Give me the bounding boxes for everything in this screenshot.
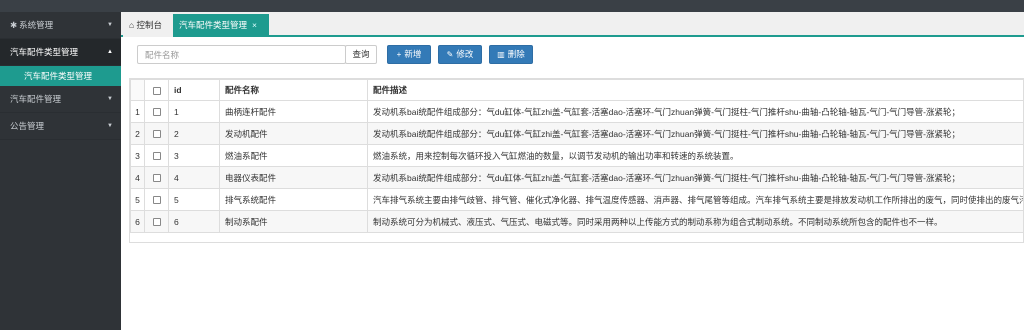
sidebar-item-label: 汽车配件管理 xyxy=(10,94,62,104)
rownum-header xyxy=(130,79,145,101)
query-button[interactable]: 查询 xyxy=(345,45,377,64)
column-header-desc[interactable]: 配件描述 xyxy=(367,79,1023,101)
cell-id: 6 xyxy=(168,210,220,233)
cell-desc: 燃油系统，用来控制每次循环投入气缸燃油的数量，以调节发动机的输出功率和转速的系统… xyxy=(367,144,1023,167)
table-header-row: id 配件名称 配件描述 xyxy=(130,79,1023,101)
data-table: id 配件名称 配件描述 1 1 曲柄连杆配件 发动机系bai统配件组成部分：气du缸… xyxy=(130,79,1023,233)
tab-label: 控制台 xyxy=(136,20,163,30)
chevron-down-icon: ▼ xyxy=(107,123,113,129)
cell-id: 1 xyxy=(168,100,220,123)
select-all-checkbox[interactable] xyxy=(144,79,169,101)
search-input[interactable] xyxy=(137,45,346,64)
cell-name: 燃油系配件 xyxy=(219,144,368,167)
tab-bar: ⌂ 控制台 汽车配件类型管理 × xyxy=(121,12,1024,37)
row-number: 2 xyxy=(130,122,145,145)
plus-icon: + xyxy=(396,50,402,59)
close-icon[interactable]: × xyxy=(252,20,257,30)
row-number: 3 xyxy=(130,144,145,167)
table-row[interactable]: 4 4 电器仪表配件 发动机系bai统配件组成部分：气du缸体-气缸zhi盖-气缸套-… xyxy=(130,166,1023,189)
gear-icon: ✱ xyxy=(10,20,18,30)
sidebar-item-part-type[interactable]: 汽车配件类型管理 ▲ xyxy=(0,39,121,66)
row-number: 4 xyxy=(130,166,145,189)
row-checkbox[interactable] xyxy=(144,122,169,145)
add-button-label: 新增 xyxy=(404,49,422,59)
table-row[interactable]: 2 2 发动机配件 发动机系bai统配件组成部分：气du缸体-气缸zhi盖-气缸套-活… xyxy=(130,122,1023,145)
cell-name: 排气系统配件 xyxy=(219,188,368,211)
row-checkbox[interactable] xyxy=(144,210,169,233)
cell-desc: 汽车排气系统主要由排气歧管、排气管、催化式净化器、排气温度传感器、消声器、排气尾… xyxy=(367,188,1023,211)
sidebar-subitem-label: 汽车配件类型管理 xyxy=(24,71,93,81)
delete-button-label: 删除 xyxy=(507,49,525,59)
cell-id: 3 xyxy=(168,144,220,167)
trash-icon: ▥ xyxy=(497,50,505,59)
home-icon: ⌂ xyxy=(129,20,135,30)
tab-part-type[interactable]: 汽车配件类型管理 × xyxy=(173,14,269,37)
row-checkbox[interactable] xyxy=(144,166,169,189)
table-row[interactable]: 3 3 燃油系配件 燃油系统，用来控制每次循环投入气缸燃油的数量，以调节发动机的输出功… xyxy=(130,144,1023,167)
row-number: 6 xyxy=(130,210,145,233)
cell-desc: 制动系统可分为机械式、液压式、气压式、电磁式等。同时采用两种以上传能方式的制动系… xyxy=(367,210,1023,233)
cell-name: 电器仪表配件 xyxy=(219,166,368,189)
add-button[interactable]: + 新增 xyxy=(387,45,431,64)
sidebar-item-parts[interactable]: 汽车配件管理 ▼ xyxy=(0,86,121,113)
data-grid: id 配件名称 配件描述 1 1 曲柄连杆配件 发动机系bai统配件组成部分：气du缸… xyxy=(129,78,1024,243)
delete-button[interactable]: ▥ 删除 xyxy=(489,45,533,64)
cell-desc: 发动机系bai统配件组成部分：气du缸体-气缸zhi盖-气缸套-活塞dao-活塞… xyxy=(367,100,1023,123)
cell-name: 曲柄连杆配件 xyxy=(219,100,368,123)
column-header-name[interactable]: 配件名称 xyxy=(219,79,368,101)
edit-button-label: 修改 xyxy=(456,49,474,59)
row-number: 1 xyxy=(130,100,145,123)
sidebar-item-system[interactable]: ✱ 系统管理 ▼ xyxy=(0,12,121,39)
row-checkbox[interactable] xyxy=(144,188,169,211)
main-content: ⌂ 控制台 汽车配件类型管理 × 查询 +新增 ✎修改 ▥删除 xyxy=(121,12,1024,330)
toolbar: 查询 +新增 ✎修改 ▥删除 xyxy=(121,42,1024,68)
edit-button[interactable]: ✎ 修改 xyxy=(438,45,482,64)
cell-id: 5 xyxy=(168,188,220,211)
row-checkbox[interactable] xyxy=(144,144,169,167)
chevron-up-icon: ▲ xyxy=(107,49,113,55)
tab-console[interactable]: ⌂ 控制台 xyxy=(123,14,173,37)
sidebar-item-label: 汽车配件类型管理 xyxy=(10,47,79,57)
table-row[interactable]: 6 6 制动系配件 制动系统可分为机械式、液压式、气压式、电磁式等。同时采用两种以上传… xyxy=(130,210,1023,233)
row-number: 5 xyxy=(130,188,145,211)
column-header-id[interactable]: id xyxy=(168,79,220,101)
tab-label: 汽车配件类型管理 xyxy=(179,20,248,30)
sidebar-subitem-part-type[interactable]: 汽车配件类型管理 xyxy=(0,66,121,86)
cell-name: 制动系配件 xyxy=(219,210,368,233)
table-row[interactable]: 1 1 曲柄连杆配件 发动机系bai统配件组成部分：气du缸体-气缸zhi盖-气缸套-… xyxy=(130,100,1023,123)
chevron-down-icon: ▼ xyxy=(107,22,113,28)
table-row[interactable]: 5 5 排气系统配件 汽车排气系统主要由排气歧管、排气管、催化式净化器、排气温度传感器… xyxy=(130,188,1023,211)
cell-name: 发动机配件 xyxy=(219,122,368,145)
chevron-down-icon: ▼ xyxy=(107,96,113,102)
top-bar xyxy=(0,0,1024,12)
cell-desc: 发动机系bai统配件组成部分：气du缸体-气缸zhi盖-气缸套-活塞dao-活塞… xyxy=(367,166,1023,189)
sidebar: ✱ 系统管理 ▼ 汽车配件类型管理 ▲ 汽车配件类型管理 汽车配件管理 ▼ 公告管… xyxy=(0,12,121,330)
sidebar-item-notice[interactable]: 公告管理 ▼ xyxy=(0,113,121,140)
sidebar-item-label: 公告管理 xyxy=(10,121,45,131)
cell-desc: 发动机系bai统配件组成部分：气du缸体-气缸zhi盖-气缸套-活塞dao-活塞… xyxy=(367,122,1023,145)
cell-id: 2 xyxy=(168,122,220,145)
sidebar-item-label: 系统管理 xyxy=(19,20,54,30)
edit-icon: ✎ xyxy=(446,50,454,59)
row-checkbox[interactable] xyxy=(144,100,169,123)
cell-id: 4 xyxy=(168,166,220,189)
